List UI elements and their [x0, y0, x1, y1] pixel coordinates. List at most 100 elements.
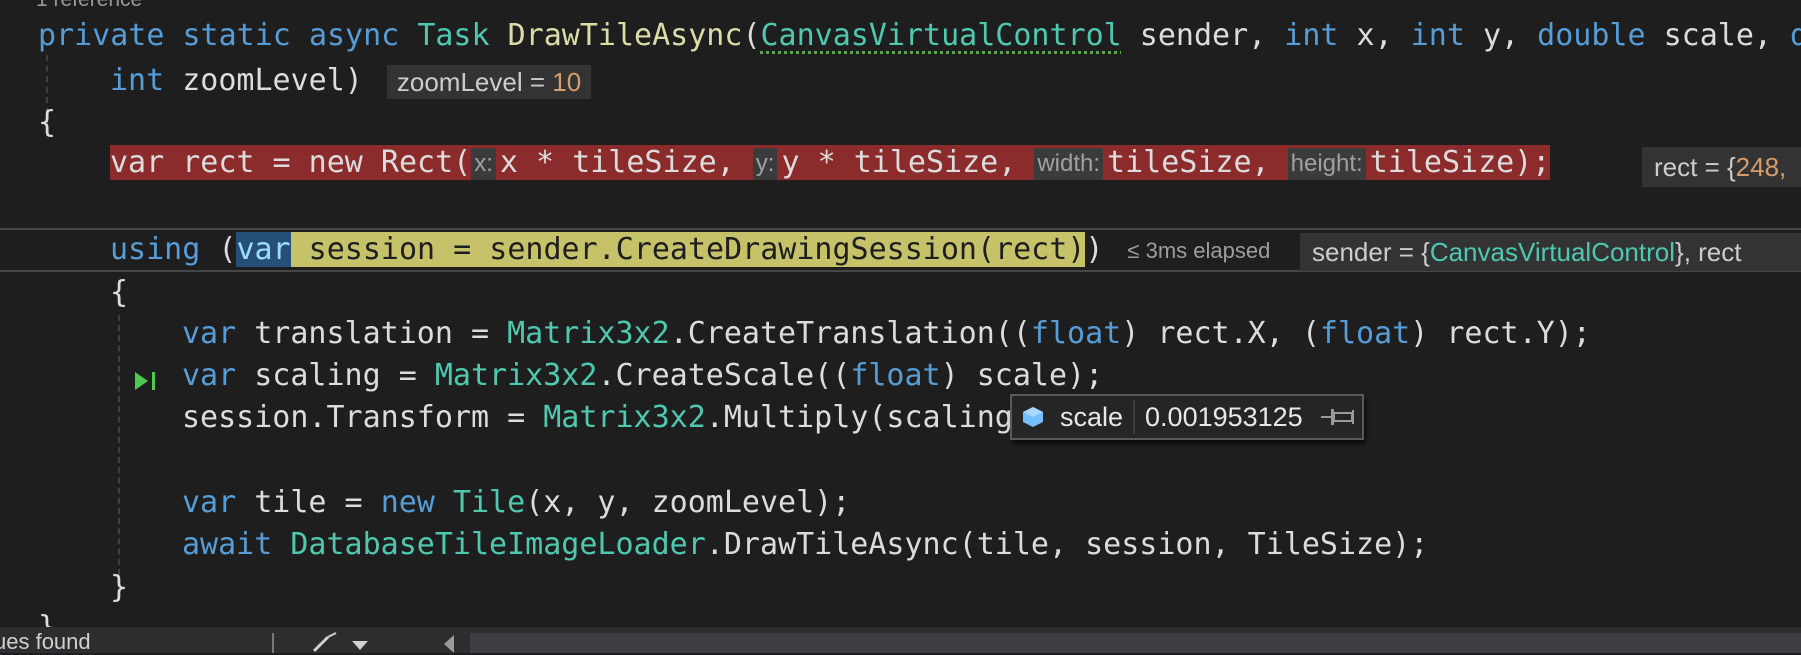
- type-name: Matrix3x2: [507, 316, 670, 351]
- keyword: var: [182, 358, 237, 393]
- keyword: float: [850, 358, 941, 393]
- code-token: (: [742, 18, 761, 53]
- code-token: .CreateScale((: [597, 358, 851, 393]
- inline-value-number: 10: [552, 66, 582, 97]
- code-token: tileSize);: [1369, 145, 1551, 180]
- code-token: zoomLevel): [164, 63, 363, 98]
- keyword: var: [182, 316, 237, 351]
- code-token: ) rect.X, (: [1121, 316, 1320, 351]
- datatip-scale[interactable]: scale 0.001953125: [1010, 394, 1364, 440]
- code-token: tileSize,: [1107, 145, 1288, 180]
- inline-value-rect[interactable]: rect = {248,: [1642, 147, 1801, 187]
- type-name: CanvasVirtualControl: [760, 18, 1122, 53]
- inline-value-rest: }, rect: [1675, 237, 1742, 267]
- method-name: DrawTileAsync: [507, 18, 743, 53]
- keyword: int: [1284, 18, 1339, 53]
- code-token: sender,: [1121, 18, 1285, 53]
- selected-text: var: [236, 232, 291, 267]
- inline-value-zoomlevel[interactable]: zoomLevel = 10: [386, 64, 592, 99]
- code-token: .DrawTileAsync(tile, session, TileSize);: [705, 527, 1429, 562]
- code-token: translation =: [236, 316, 508, 351]
- keyword: async: [308, 18, 400, 53]
- keyword: int: [110, 63, 165, 98]
- code-line-transform[interactable]: session.Transform = Matrix3x2.Multiply(s…: [182, 397, 1013, 439]
- code-line-brace[interactable]: }: [38, 607, 56, 627]
- code-token: tile =: [236, 485, 381, 520]
- field-icon: [1023, 407, 1043, 427]
- run-to-cursor-icon[interactable]: [132, 368, 162, 394]
- code-token: x,: [1338, 18, 1411, 53]
- keyword: using: [110, 232, 201, 267]
- parameter-hint: height:: [1287, 147, 1366, 180]
- code-editor[interactable]: 1 reference private static async Task Dr…: [0, 0, 1801, 627]
- type-name: Matrix3x2: [543, 400, 706, 435]
- datatip-name: scale: [1060, 401, 1124, 432]
- issues-indicator[interactable]: ues found: [0, 629, 91, 655]
- code-line-tile[interactable]: var tile = new Tile(x, y, zoomLevel);: [182, 482, 850, 524]
- parameter-hint: y:: [752, 147, 778, 180]
- code-token: .CreateTranslation((: [669, 316, 1031, 351]
- inline-value-name: sender = {: [1312, 237, 1430, 267]
- code-line-brace[interactable]: {: [38, 102, 56, 144]
- keyword: static: [182, 18, 291, 53]
- code-line-breakpoint[interactable]: var rect = new Rect(x: x * tileSize, y: y …: [110, 142, 1551, 184]
- type-name: Task: [417, 18, 490, 53]
- code-token: session = sender.CreateDrawingSession(re…: [290, 232, 1086, 267]
- inline-value-number: 248,: [1735, 152, 1787, 182]
- code-cleanup-icon[interactable]: [310, 631, 340, 653]
- code-token: (x, y, zoomLevel);: [525, 485, 851, 520]
- type-name: DatabaseTileImageLoader: [290, 527, 706, 562]
- code-token: scaling =: [236, 358, 435, 393]
- keyword: await: [182, 527, 273, 562]
- code-token: ) rect.Y);: [1410, 316, 1591, 351]
- code-token: ) scale);: [940, 358, 1104, 393]
- code-line-brace[interactable]: {: [110, 272, 128, 314]
- keyword: d: [1790, 18, 1801, 53]
- type-name: Matrix3x2: [434, 358, 598, 393]
- code-token: var rect = new Rect(: [110, 145, 472, 180]
- code-token: (: [200, 232, 237, 267]
- keyword: private: [38, 18, 165, 53]
- code-line-scaling[interactable]: var scaling = Matrix3x2.CreateScale((flo…: [182, 355, 1103, 397]
- inline-value-type: CanvasVirtualControl: [1429, 237, 1676, 267]
- code-token: x * tileSize,: [499, 145, 753, 180]
- code-line-brace[interactable]: }: [110, 567, 128, 609]
- perf-tip-elapsed[interactable]: ≤ 3ms elapsed: [1127, 238, 1270, 263]
- keyword: var: [182, 485, 237, 520]
- breakpoint-highlight: var rect = new Rect(x: x * tileSize, y: y …: [110, 145, 1551, 180]
- code-line-signature[interactable]: private static async Task DrawTileAsync(…: [38, 15, 1801, 57]
- code-token: scale,: [1645, 18, 1791, 53]
- code-token: y * tileSize,: [781, 145, 1035, 180]
- inline-value-sender[interactable]: sender = {CanvasVirtualControl}, rect: [1300, 233, 1801, 271]
- codelens-references[interactable]: 1 reference: [36, 0, 142, 12]
- scroll-left-icon[interactable]: [444, 635, 454, 653]
- keyword: float: [1319, 316, 1411, 351]
- horizontal-scrollbar[interactable]: [470, 633, 1801, 653]
- parameter-hint: width:: [1034, 147, 1104, 180]
- inline-value-name: zoomLevel =: [396, 66, 553, 97]
- code-line-current-statement[interactable]: using (var session = sender.CreateDrawin…: [110, 229, 1270, 271]
- keyword: float: [1030, 316, 1122, 351]
- code-token: y,: [1464, 18, 1538, 53]
- code-token: ): [1085, 232, 1104, 267]
- chevron-down-icon[interactable]: [352, 641, 368, 650]
- datatip-value[interactable]: 0.001953125: [1145, 402, 1320, 433]
- code-line-await[interactable]: await DatabaseTileImageLoader.DrawTileAs…: [182, 524, 1428, 566]
- status-divider: [272, 633, 274, 653]
- inline-value-name: rect = {: [1654, 152, 1736, 182]
- pin-icon[interactable]: [1320, 405, 1356, 429]
- status-bar: ues found: [0, 627, 1801, 655]
- keyword: new: [380, 485, 435, 520]
- code-token: .Multiply(scaling: [705, 400, 1013, 435]
- current-statement-highlight: var session = sender.CreateDrawingSessio…: [236, 232, 1086, 267]
- type-name: Tile: [452, 485, 526, 520]
- code-line-translation[interactable]: var translation = Matrix3x2.CreateTransl…: [182, 313, 1591, 355]
- parameter-hint: x:: [471, 147, 496, 180]
- indent-guide: [118, 315, 120, 585]
- datatip-divider: [1133, 400, 1136, 434]
- code-line-signature-cont[interactable]: int zoomLevel) zoomLevel = 10: [110, 60, 592, 102]
- code-token: session.Transform =: [182, 400, 544, 435]
- keyword: double: [1537, 18, 1646, 53]
